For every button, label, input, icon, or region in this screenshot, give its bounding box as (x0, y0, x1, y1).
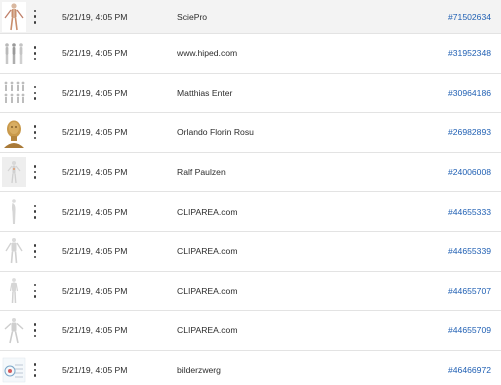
list-item[interactable]: 5/21/19, 4:05 PM www.hiped.com #31952348 (0, 34, 501, 74)
list-item[interactable]: 5/21/19, 4:05 PM CLIPAREA.com #44655709 (0, 311, 501, 351)
more-options-button[interactable] (31, 125, 39, 140)
list-item[interactable]: 5/21/19, 4:05 PM CLIPAREA.com #44655707 (0, 271, 501, 312)
list-item[interactable]: 5/21/19, 4:05 PM bilderzwerg #46466972 (0, 350, 501, 385)
author: www.hiped.com (177, 48, 238, 59)
author: CLIPAREA.com (177, 206, 238, 217)
more-options-button[interactable] (31, 85, 39, 100)
asset-id-link[interactable]: #44655707 (448, 286, 491, 296)
author: Orlando Florin Rosu (177, 127, 254, 138)
asset-id-link[interactable]: #26982893 (448, 127, 491, 137)
body-figures-thumbnail-icon[interactable] (2, 38, 26, 69)
date: 5/21/19, 4:05 PM (62, 365, 128, 376)
list-item[interactable]: 5/21/19, 4:05 PM Orlando Florin Rosu #26… (0, 113, 501, 153)
mannequin-side-thumbnail-icon[interactable] (2, 196, 26, 227)
more-options-button[interactable] (31, 165, 39, 180)
author: CLIPAREA.com (177, 246, 238, 257)
mannequin-back-thumbnail-icon[interactable] (2, 276, 26, 307)
author: CLIPAREA.com (177, 285, 238, 296)
mannequin-front-thumbnail-icon[interactable] (2, 236, 26, 267)
date: 5/21/19, 4:05 PM (62, 325, 128, 336)
date: 5/21/19, 4:05 PM (62, 206, 128, 217)
asset-id-link[interactable]: #46466972 (448, 365, 491, 375)
more-options-button[interactable] (31, 204, 39, 219)
asset-id-link[interactable]: #71502634 (448, 12, 491, 22)
date: 5/21/19, 4:05 PM (62, 285, 128, 296)
more-options-button[interactable] (31, 9, 39, 24)
standing-figure-thumbnail-icon[interactable] (2, 157, 26, 188)
date: 5/21/19, 4:05 PM (62, 11, 128, 22)
list-item[interactable]: 5/21/19, 4:05 PM Matthias Enter #3096418… (0, 73, 501, 114)
more-options-button[interactable] (31, 283, 39, 298)
author: Matthias Enter (177, 87, 233, 98)
more-options-button[interactable] (31, 363, 39, 378)
date: 5/21/19, 4:05 PM (62, 48, 128, 59)
author: Ralf Paulzen (177, 167, 226, 178)
skeleton-thumbnail-icon[interactable] (2, 2, 26, 32)
author: SciePro (177, 11, 208, 22)
asset-id-link[interactable]: #44655333 (448, 207, 491, 217)
more-options-button[interactable] (31, 323, 39, 338)
asset-id-link[interactable]: #30964186 (448, 88, 491, 98)
more-options-button[interactable] (31, 244, 39, 259)
asset-id-link[interactable]: #44655709 (448, 325, 491, 335)
history-list: 5/21/19, 4:05 PM SciePro #71502634 5/21/… (0, 0, 501, 385)
author: bilderzwerg (177, 365, 221, 376)
list-item[interactable]: 5/21/19, 4:05 PM CLIPAREA.com #44655333 (0, 192, 501, 232)
list-item[interactable]: 5/21/19, 4:05 PM Ralf Paulzen #24006008 (0, 152, 501, 193)
list-item[interactable]: 5/21/19, 4:05 PM SciePro #71502634 (0, 0, 501, 34)
date: 5/21/19, 4:05 PM (62, 87, 128, 98)
asset-id-link[interactable]: #24006008 (448, 167, 491, 177)
anatomy-grid-thumbnail-icon[interactable] (2, 78, 26, 109)
golden-head-thumbnail-icon[interactable] (2, 117, 26, 148)
author: CLIPAREA.com (177, 325, 238, 336)
date: 5/21/19, 4:05 PM (62, 167, 128, 178)
asset-id-link[interactable]: #31952348 (448, 48, 491, 58)
more-options-button[interactable] (31, 46, 39, 61)
date: 5/21/19, 4:05 PM (62, 246, 128, 257)
mannequin-pose-thumbnail-icon[interactable] (2, 315, 26, 346)
anatomy-chart-thumbnail-icon[interactable] (2, 355, 26, 385)
list-item[interactable]: 5/21/19, 4:05 PM CLIPAREA.com #44655339 (0, 231, 501, 272)
asset-id-link[interactable]: #44655339 (448, 246, 491, 256)
date: 5/21/19, 4:05 PM (62, 127, 128, 138)
